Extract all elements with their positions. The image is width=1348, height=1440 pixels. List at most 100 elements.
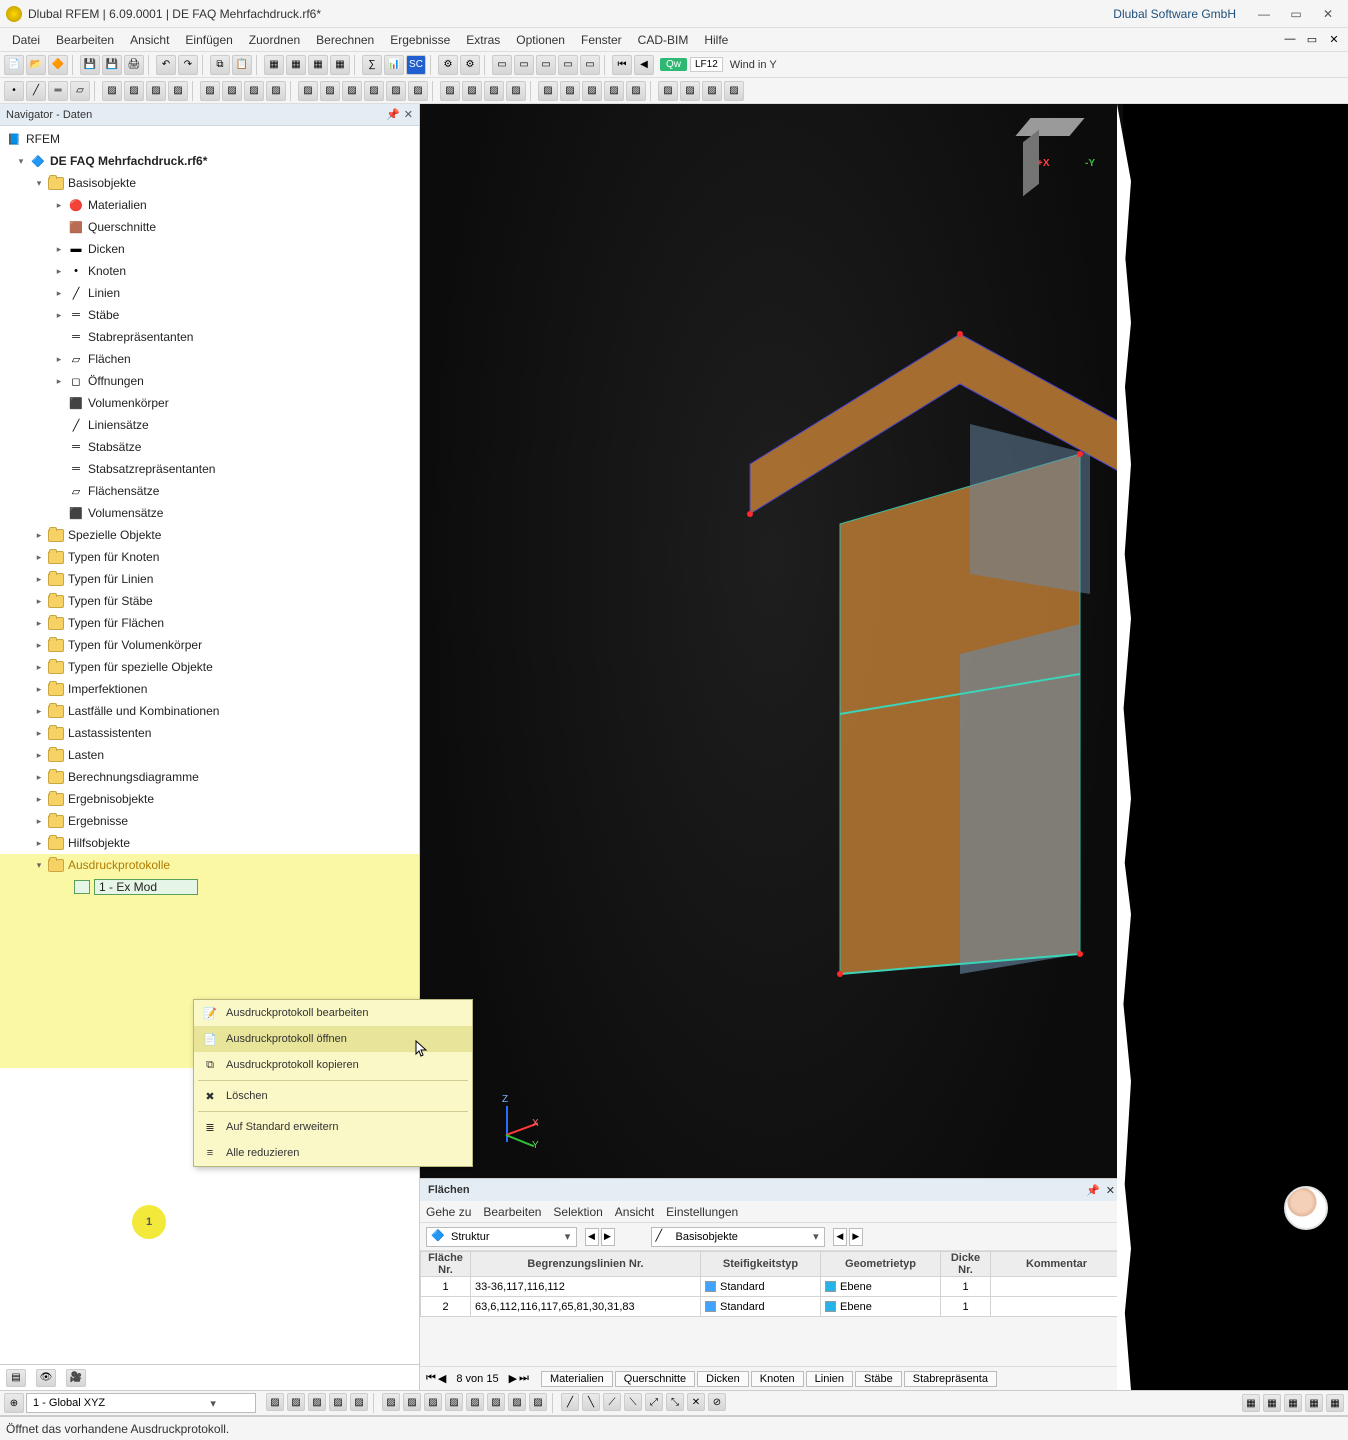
new-icon[interactable]: 📄 — [4, 55, 24, 75]
undo-icon[interactable]: ↶ — [156, 55, 176, 75]
tree-item[interactable]: ⬛Volumenkörper — [0, 392, 419, 414]
tree-folder[interactable]: ▸Spezielle Objekte — [0, 524, 419, 546]
navigation-cube[interactable]: +X-Y — [1023, 118, 1109, 204]
tree-item[interactable]: ═Stabsätze — [0, 436, 419, 458]
tree-item[interactable]: ▸•Knoten — [0, 260, 419, 282]
tree-item[interactable]: ▸▱Flächen — [0, 348, 419, 370]
tool-aa-icon[interactable]: ▨ — [724, 81, 744, 101]
prev2-icon[interactable]: ◀ — [833, 1228, 847, 1246]
bt-icon[interactable]: ⤢ — [645, 1393, 663, 1411]
panel-close-icon[interactable]: ✕ — [1106, 1184, 1115, 1197]
menu-item[interactable]: Datei — [4, 31, 48, 49]
tool4-icon[interactable]: ▭ — [514, 55, 534, 75]
bt-icon[interactable]: ▦ — [1284, 1394, 1302, 1412]
loadcase-selector[interactable]: Qw LF12 Wind in Y — [660, 57, 777, 72]
cm-copy-report[interactable]: ⧉Ausdruckprotokoll kopieren — [194, 1052, 472, 1078]
tree-item[interactable]: ▸◻Öffnungen — [0, 370, 419, 392]
tool-r-icon[interactable]: ▨ — [506, 81, 526, 101]
tool-p-icon[interactable]: ▨ — [462, 81, 482, 101]
bt-icon[interactable]: ▨ — [487, 1393, 505, 1411]
cm-expand[interactable]: ≣Auf Standard erweitern — [194, 1114, 472, 1140]
chevron-right-icon[interactable]: ▸ — [32, 794, 46, 805]
tree-folder-basis[interactable]: ▾ Basisobjekte — [0, 172, 419, 194]
table-menu-item[interactable]: Ansicht — [615, 1205, 654, 1219]
table-tab[interactable]: Querschnitte — [615, 1371, 695, 1387]
table-tab[interactable]: Stabrepräsenta — [904, 1371, 997, 1387]
tool-d-icon[interactable]: ▨ — [168, 81, 188, 101]
chevron-down-icon[interactable]: ▾ — [32, 860, 46, 871]
chevron-right-icon[interactable]: ▸ — [32, 596, 46, 607]
tree-folder[interactable]: ▸Typen für Flächen — [0, 612, 419, 634]
prev-icon[interactable]: ◀ — [585, 1228, 599, 1246]
cm-delete[interactable]: ✖Löschen — [194, 1083, 472, 1109]
bt-icon[interactable]: ▨ — [382, 1393, 400, 1411]
tree-folder[interactable]: ▸Typen für Volumenkörper — [0, 634, 419, 656]
table-menu-item[interactable]: Gehe zu — [426, 1205, 471, 1219]
bt-icon[interactable]: ▦ — [1263, 1394, 1281, 1412]
menu-item[interactable]: Fenster — [573, 31, 630, 49]
menu-item[interactable]: Einfügen — [177, 31, 240, 49]
tool-u-icon[interactable]: ▨ — [582, 81, 602, 101]
table-tab[interactable]: Linien — [806, 1371, 853, 1387]
tree-item[interactable]: ═Stabsatzrepräsentanten — [0, 458, 419, 480]
chevron-right-icon[interactable]: ▸ — [32, 640, 46, 651]
menu-item[interactable]: Hilfe — [696, 31, 736, 49]
tree-folder[interactable]: ▸Lastassistenten — [0, 722, 419, 744]
tree-folder[interactable]: ▸Typen für Knoten — [0, 546, 419, 568]
tool-j-icon[interactable]: ▨ — [320, 81, 340, 101]
tool-v-icon[interactable]: ▨ — [604, 81, 624, 101]
chevron-right-icon[interactable]: ▸ — [32, 728, 46, 739]
tool-e-icon[interactable]: ▨ — [200, 81, 220, 101]
tool-b-icon[interactable]: ▨ — [124, 81, 144, 101]
bt-icon[interactable]: ▦ — [1242, 1394, 1260, 1412]
next-icon[interactable]: ▶ — [601, 1228, 615, 1246]
calc-icon[interactable]: ∑ — [362, 55, 382, 75]
table-menu-item[interactable]: Einstellungen — [666, 1205, 738, 1219]
tree-folder[interactable]: ▸Berechnungsdiagramme — [0, 766, 419, 788]
nav-close-icon[interactable]: ✕ — [404, 108, 413, 121]
bt-icon[interactable]: ⤡ — [666, 1393, 684, 1411]
chevron-right-icon[interactable]: ▸ — [32, 772, 46, 783]
view3d[interactable]: +X-Y ZXY — [420, 104, 1123, 1178]
tree-item[interactable]: ▱Flächensätze — [0, 480, 419, 502]
model-icon[interactable]: 🔶 — [48, 55, 68, 75]
tool-n-icon[interactable]: ▨ — [408, 81, 428, 101]
table-subcategory-combo[interactable]: ╱Basisobjekte▾ — [651, 1227, 825, 1247]
menu-item[interactable]: Ergebnisse — [382, 31, 458, 49]
tool-i-icon[interactable]: ▨ — [298, 81, 318, 101]
chevron-right-icon[interactable]: ▸ — [32, 706, 46, 717]
table-icon[interactable]: ▦ — [264, 55, 284, 75]
bt-icon[interactable]: ▨ — [508, 1393, 526, 1411]
chevron-right-icon[interactable]: ▸ — [32, 662, 46, 673]
chevron-right-icon[interactable]: ▸ — [32, 816, 46, 827]
chevron-right-icon[interactable]: ▸ — [32, 574, 46, 585]
tool-t-icon[interactable]: ▨ — [560, 81, 580, 101]
minimize-button[interactable]: — — [1250, 3, 1278, 25]
chevron-right-icon[interactable]: ▸ — [52, 200, 66, 211]
tool-h-icon[interactable]: ▨ — [266, 81, 286, 101]
tool-x-icon[interactable]: ▨ — [658, 81, 678, 101]
next2-icon[interactable]: ▶ — [849, 1228, 863, 1246]
view-icon[interactable]: ▦ — [286, 55, 306, 75]
tree-item[interactable]: ╱Liniensätze — [0, 414, 419, 436]
tool-k-icon[interactable]: ▨ — [342, 81, 362, 101]
tree-folder[interactable]: ▸Typen für spezielle Objekte — [0, 656, 419, 678]
nav-tab-views-icon[interactable]: 🎥 — [66, 1369, 86, 1387]
bt-icon[interactable]: ▨ — [403, 1393, 421, 1411]
chevron-down-icon[interactable]: ▾ — [32, 178, 46, 189]
results-icon[interactable]: 📊 — [384, 55, 404, 75]
table-category-combo[interactable]: 🔷Struktur▾ — [426, 1227, 577, 1247]
menu-item[interactable]: Zuordnen — [241, 31, 308, 49]
print-icon[interactable]: 🖨 — [124, 55, 144, 75]
bt-icon[interactable]: ▨ — [350, 1393, 368, 1411]
chevron-right-icon[interactable]: ▸ — [52, 244, 66, 255]
tool5-icon[interactable]: ▭ — [536, 55, 556, 75]
menu-item[interactable]: Optionen — [508, 31, 573, 49]
bt-icon[interactable]: ╱ — [561, 1393, 579, 1411]
nav-tab-display-icon[interactable]: 👁 — [36, 1369, 56, 1387]
tree-item[interactable]: ═Stabrepräsentanten — [0, 326, 419, 348]
script-icon[interactable]: SC — [406, 55, 426, 75]
paste-icon[interactable]: 📋 — [232, 55, 252, 75]
tree-folder[interactable]: ▸Imperfektionen — [0, 678, 419, 700]
table-menu-item[interactable]: Selektion — [553, 1205, 602, 1219]
